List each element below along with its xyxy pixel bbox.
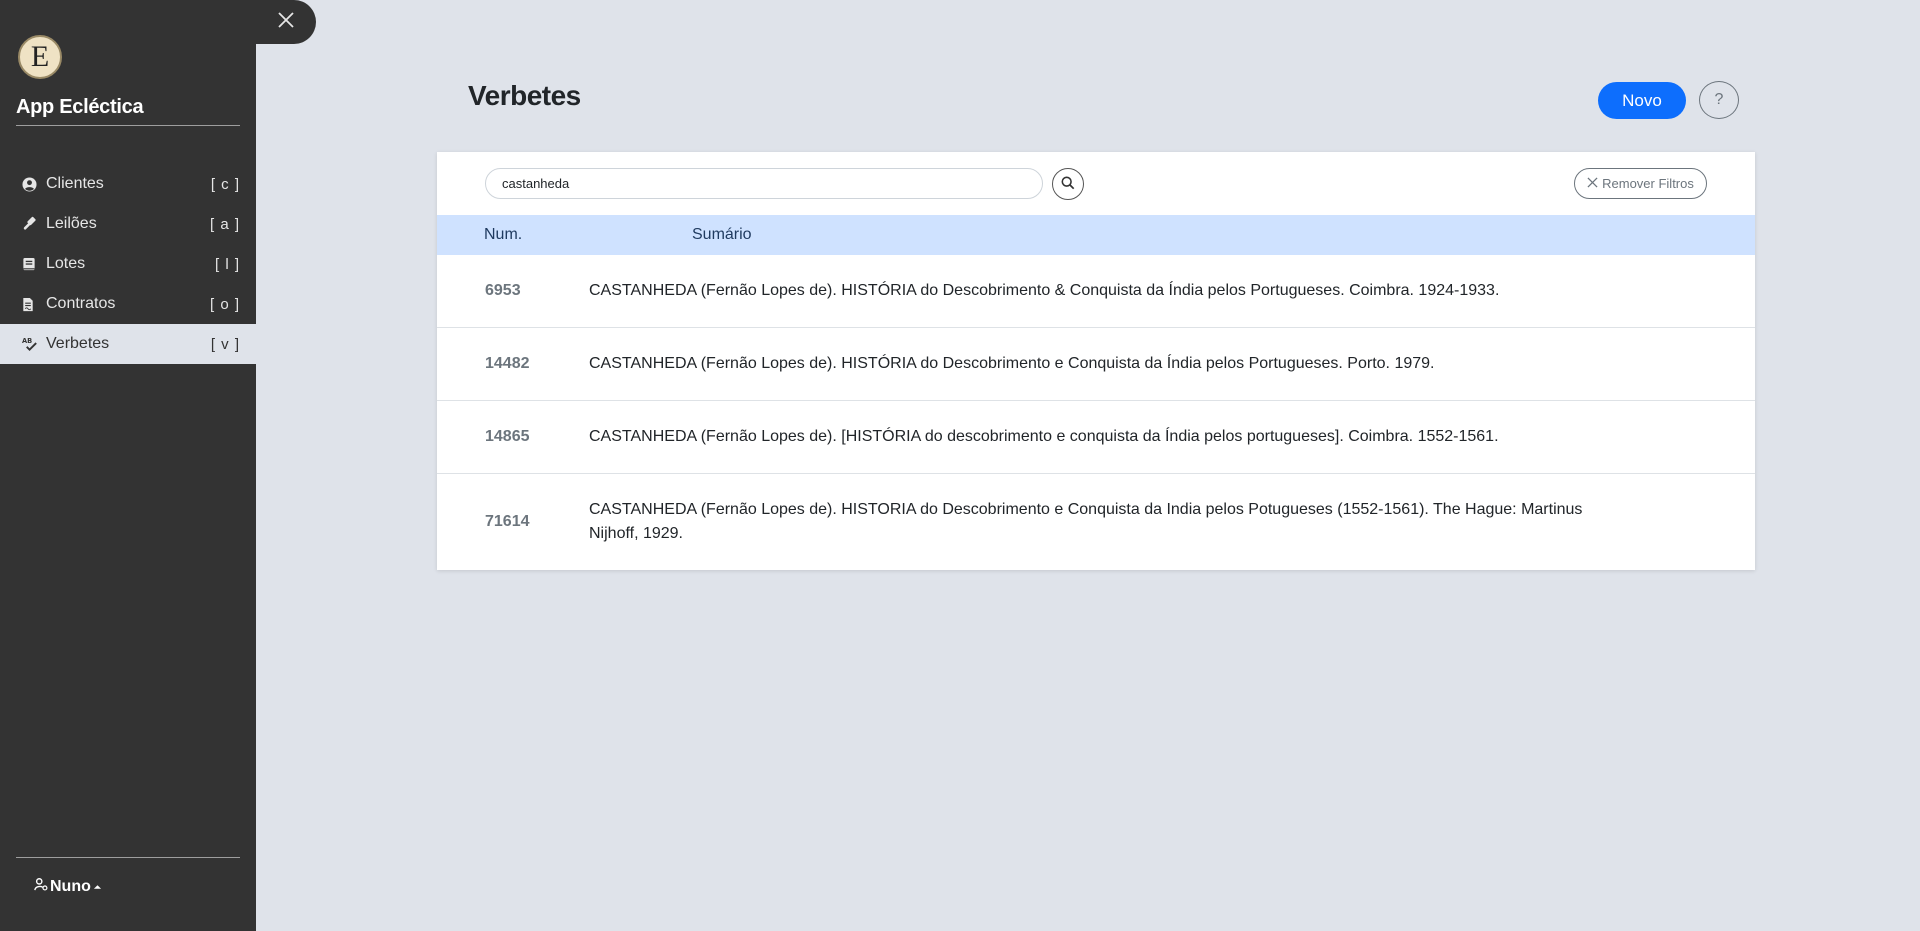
remove-filters-button[interactable]: Remover Filtros: [1574, 168, 1707, 199]
entry-summary: CASTANHEDA (Fernão Lopes de). HISTÓRIA d…: [589, 355, 1435, 372]
shortcut-key: [ v ]: [210, 335, 240, 353]
book-icon: [22, 257, 40, 272]
sidebar-item-label: Clientes: [46, 175, 104, 192]
entry-summary: CASTANHEDA (Fernão Lopes de). [HISTÓRIA …: [589, 428, 1499, 445]
gavel-icon: [22, 216, 40, 232]
remove-filters-label: Remover Filtros: [1602, 176, 1694, 191]
close-sidebar-button[interactable]: [250, 0, 316, 44]
sidebar-item-contratos[interactable]: Contratos [ o ]: [0, 284, 256, 324]
search-input[interactable]: [485, 168, 1043, 199]
page-title: Verbetes: [468, 80, 581, 111]
caret-up-icon: [93, 878, 102, 896]
user-divider: [16, 857, 240, 858]
sidebar-item-label: Contratos: [46, 295, 116, 312]
sidebar-item-label: Verbetes: [46, 335, 110, 352]
file-contract-icon: [22, 297, 40, 312]
app-logo[interactable]: E: [18, 35, 62, 79]
sidebar-item-label: Leilões: [46, 215, 97, 232]
entry-number: 14482: [485, 355, 530, 372]
shortcut-key: [ o ]: [209, 295, 240, 313]
close-icon: [277, 11, 295, 34]
sidebar-item-verbetes[interactable]: AB Verbetes [ v ]: [0, 324, 256, 364]
spell-check-icon: AB: [22, 336, 40, 352]
shortcut-key: [ c ]: [210, 175, 240, 193]
entry-number: 6953: [485, 282, 521, 299]
shortcut-key: [ a ]: [209, 215, 240, 233]
column-header-summary[interactable]: Sumário: [692, 226, 752, 244]
svg-text:AB: AB: [22, 337, 32, 345]
table-row[interactable]: 71614 CASTANHEDA (Fernão Lopes de). HIST…: [437, 474, 1755, 570]
table-row[interactable]: 6953 CASTANHEDA (Fernão Lopes de). HISTÓ…: [437, 255, 1755, 328]
new-button[interactable]: Novo: [1598, 82, 1686, 119]
entry-number: 71614: [485, 513, 530, 530]
sidebar-item-lotes[interactable]: Lotes [ l ]: [0, 244, 256, 284]
user-circle-icon: [22, 176, 40, 192]
help-button[interactable]: ?: [1699, 81, 1739, 119]
column-header-num[interactable]: Num.: [484, 226, 522, 244]
sidebar: E App Ecléctica Clientes [ c ] Leilões […: [0, 0, 256, 931]
sidebar-nav: Clientes [ c ] Leilões [ a ] Lotes [ l ]…: [0, 164, 256, 364]
search-icon: [1061, 176, 1075, 193]
table-header: Num. Sumário: [437, 215, 1755, 255]
user-name: Nuno: [50, 877, 91, 895]
sidebar-item-leiloes[interactable]: Leilões [ a ]: [0, 204, 256, 244]
logo-letter: E: [30, 40, 50, 73]
app-title: App Ecléctica: [16, 96, 240, 126]
close-icon: [1587, 176, 1598, 191]
table-row[interactable]: 14865 CASTANHEDA (Fernão Lopes de). [HIS…: [437, 401, 1755, 474]
entry-summary: CASTANHEDA (Fernão Lopes de). HISTÓRIA d…: [589, 282, 1500, 299]
user-gear-icon: [34, 877, 48, 896]
user-menu[interactable]: Nuno: [34, 877, 102, 896]
entry-summary: CASTANHEDA (Fernão Lopes de). HISTORIA d…: [589, 501, 1583, 542]
sidebar-item-label: Lotes: [46, 255, 86, 272]
table-body: 6953 CASTANHEDA (Fernão Lopes de). HISTÓ…: [437, 255, 1755, 570]
results-card: Remover Filtros Num. Sumário 6953 CASTAN…: [437, 152, 1755, 570]
shortcut-key: [ l ]: [214, 255, 240, 273]
search-button[interactable]: [1052, 168, 1084, 200]
table-row[interactable]: 14482 CASTANHEDA (Fernão Lopes de). HIST…: [437, 328, 1755, 401]
entry-number: 14865: [485, 428, 530, 445]
sidebar-item-clientes[interactable]: Clientes [ c ]: [0, 164, 256, 204]
